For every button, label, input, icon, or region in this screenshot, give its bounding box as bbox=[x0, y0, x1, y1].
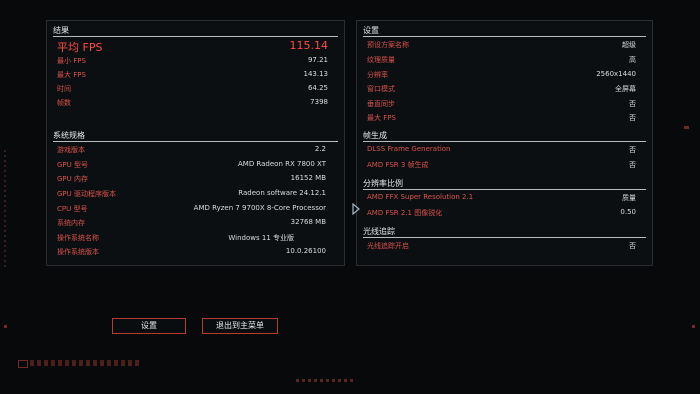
frames-value: 7398 bbox=[310, 98, 328, 106]
texture-quality-label: 纹理质量 bbox=[367, 56, 395, 64]
vsync-label: 垂直同步 bbox=[367, 100, 395, 108]
left-edge-dot bbox=[4, 325, 7, 328]
frame-generation-divider bbox=[363, 141, 646, 142]
avg-fps-value: 115.14 bbox=[289, 39, 329, 52]
vsync-value: 否 bbox=[629, 100, 636, 108]
system-specs-divider bbox=[53, 141, 338, 142]
right-edge-marker bbox=[684, 126, 689, 129]
avg-fps-label: 平均 FPS bbox=[57, 41, 103, 54]
left-panel: 结果 平均 FPS 115.14 最小 FPS 97.21 最大 FPS 143… bbox=[46, 20, 345, 266]
dlss-frame-generation-value: 否 bbox=[629, 146, 636, 154]
ray-tracing-divider bbox=[363, 237, 646, 238]
gpu-driver-value: Radeon software 24.12.1 bbox=[238, 189, 326, 197]
resolution-value: 2560x1440 bbox=[596, 70, 636, 78]
ray-tracing-enabled-label: 光线追踪开启 bbox=[367, 242, 409, 250]
exit-to-main-menu-button[interactable]: 退出到主菜单 bbox=[202, 318, 278, 334]
ray-tracing-title: 光线追踪 bbox=[363, 227, 395, 236]
os-version-value: 10.0.26100 bbox=[285, 247, 326, 255]
cpu-model-value: AMD Ryzen 7 9700X 8-Core Processor bbox=[193, 204, 326, 212]
gpu-model-value: AMD Radeon RX 7800 XT bbox=[237, 160, 326, 168]
os-name-value: Windows 11 专业版 bbox=[228, 234, 294, 242]
cpu-model-label: CPU 型号 bbox=[57, 205, 88, 213]
settings-divider bbox=[363, 36, 646, 37]
bottom-left-decoration bbox=[30, 360, 140, 366]
os-name-label: 操作系统名称 bbox=[57, 234, 99, 242]
gpu-driver-label: GPU 驱动程序版本 bbox=[57, 190, 116, 198]
right-edge-marker-bottom bbox=[692, 325, 695, 328]
cursor-arrow-icon bbox=[352, 203, 360, 215]
max-fps-value: 143.13 bbox=[303, 70, 329, 78]
settings-button[interactable]: 设置 bbox=[112, 318, 186, 334]
fsr3-frame-generation-label: AMD FSR 3 帧生成 bbox=[367, 161, 429, 169]
fsr-super-resolution-label: AMD FFX Super Resolution 2.1 bbox=[367, 193, 474, 201]
settings-title: 设置 bbox=[363, 26, 379, 35]
min-fps-value: 97.21 bbox=[307, 56, 328, 64]
fsr-sharpening-value: 0.50 bbox=[620, 208, 636, 216]
right-panel: 设置 预设方案名称 超级 纹理质量 高 分辨率 2560x1440 窗口模式 全… bbox=[356, 20, 653, 266]
max-fps-setting-value: 否 bbox=[629, 114, 636, 122]
bottom-left-logo-mark bbox=[18, 360, 28, 368]
max-fps-setting-label: 最大 FPS bbox=[367, 114, 396, 122]
game-version-value: 2.2 bbox=[314, 145, 326, 153]
left-edge-tick-marks bbox=[4, 150, 6, 270]
fsr-sharpening-label: AMD FSR 2.1 图像锐化 bbox=[367, 209, 443, 217]
preset-name-label: 预设方案名称 bbox=[367, 41, 409, 49]
resolution-scaling-divider bbox=[363, 189, 646, 190]
gpu-memory-value: 16152 MB bbox=[290, 174, 326, 182]
window-mode-label: 窗口模式 bbox=[367, 85, 395, 93]
time-label: 时间 bbox=[57, 85, 71, 93]
gpu-model-label: GPU 型号 bbox=[57, 161, 88, 169]
resolution-scaling-title: 分辨率比例 bbox=[363, 179, 403, 188]
game-version-label: 游戏版本 bbox=[57, 146, 85, 154]
min-fps-label: 最小 FPS bbox=[57, 57, 86, 65]
fsr3-frame-generation-value: 否 bbox=[629, 161, 636, 169]
frame-generation-title: 帧生成 bbox=[363, 131, 387, 140]
frames-label: 帧数 bbox=[57, 99, 71, 107]
texture-quality-value: 高 bbox=[629, 56, 636, 64]
resolution-label: 分辨率 bbox=[367, 71, 388, 79]
system-specs-title: 系统规格 bbox=[53, 131, 85, 140]
system-memory-value: 32768 MB bbox=[290, 218, 326, 226]
results-divider bbox=[53, 36, 338, 37]
max-fps-label: 最大 FPS bbox=[57, 71, 86, 79]
results-title: 结果 bbox=[53, 26, 69, 35]
preset-name-value: 超级 bbox=[622, 41, 636, 49]
fsr-super-resolution-value: 质量 bbox=[622, 194, 636, 202]
gpu-memory-label: GPU 内存 bbox=[57, 175, 88, 183]
time-value: 64.25 bbox=[307, 84, 328, 92]
dlss-frame-generation-label: DLSS Frame Generation bbox=[367, 145, 451, 153]
ray-tracing-enabled-value: 否 bbox=[629, 242, 636, 250]
window-mode-value: 全屏幕 bbox=[615, 85, 636, 93]
system-memory-label: 系统内存 bbox=[57, 219, 85, 227]
os-version-label: 操作系统版本 bbox=[57, 248, 99, 256]
bottom-status-bar bbox=[296, 379, 356, 382]
